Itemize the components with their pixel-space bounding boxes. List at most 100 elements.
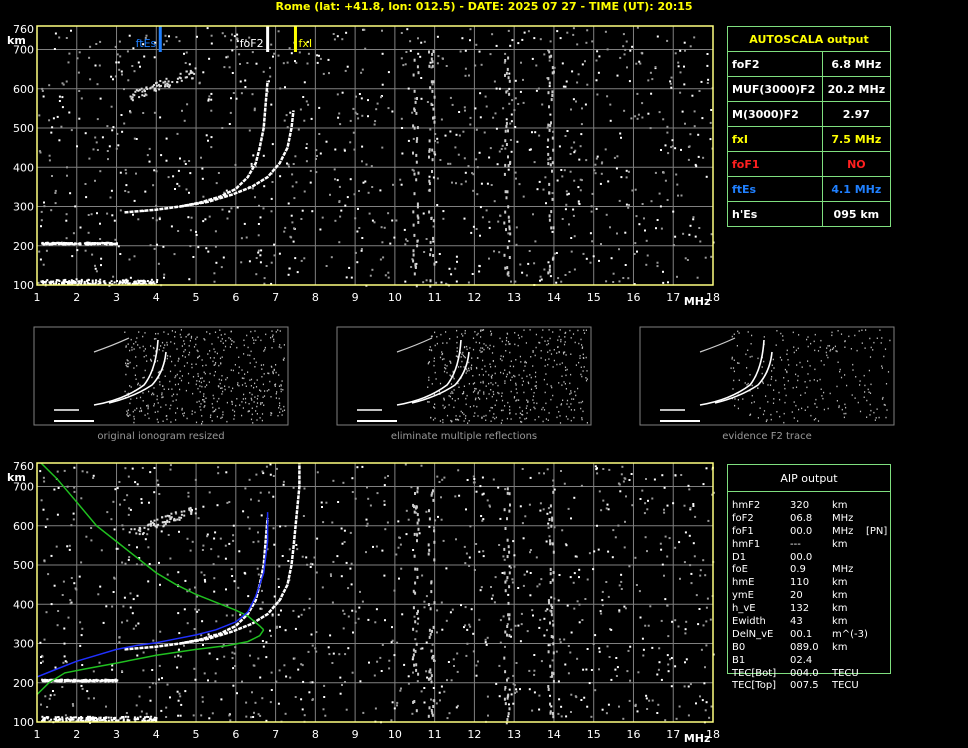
- E-base-point: [86, 279, 89, 282]
- noise-point: [498, 695, 501, 698]
- noise-point: [339, 215, 342, 218]
- noise-point: [228, 210, 231, 213]
- thumbnail-noise: [490, 406, 492, 409]
- thumbnail-noise: [570, 337, 572, 339]
- thumbnail-noise: [257, 336, 259, 338]
- thumbnail-noise: [532, 351, 534, 353]
- noise-point: [57, 610, 60, 612]
- thumbnail-2: [336, 326, 592, 426]
- noise-point: [455, 280, 458, 283]
- thumbnail-noise: [515, 384, 517, 386]
- thumbnail-noise: [261, 419, 263, 422]
- thumbnail-noise: [201, 422, 203, 425]
- noise-point: [597, 71, 600, 74]
- noise-point: [598, 668, 600, 671]
- thumbnail-noise: [575, 364, 577, 366]
- noise-point: [436, 609, 439, 612]
- thumbnail-noise: [472, 383, 474, 385]
- thumbnail-noise: [280, 390, 282, 393]
- noise-streak: [412, 249, 415, 253]
- thumbnail-noise: [520, 420, 522, 423]
- noise-point: [56, 513, 59, 516]
- noise-point: [352, 131, 355, 134]
- multiple-point: [164, 85, 166, 88]
- thumbnail-noise: [135, 356, 137, 358]
- noise-point: [208, 215, 211, 218]
- noise-point: [522, 101, 525, 104]
- thumbnail-noise: [505, 339, 508, 342]
- thumbnail-noise: [279, 404, 281, 407]
- noise-point: [117, 245, 120, 248]
- thumbnail-noise: [262, 396, 264, 398]
- noise-point: [360, 97, 363, 100]
- thumbnail-noise: [170, 404, 172, 407]
- multiple-point: [179, 77, 182, 80]
- thumbnail-noise: [546, 344, 548, 346]
- thumbnail-noise: [278, 374, 280, 376]
- noise-point: [435, 281, 438, 284]
- noise-point: [132, 598, 135, 601]
- noise-point: [367, 99, 369, 102]
- noise-point: [286, 126, 289, 129]
- noise-point: [268, 491, 271, 494]
- noise-point: [392, 183, 394, 186]
- noise-streak: [547, 599, 550, 603]
- multiple-point: [138, 96, 141, 99]
- noise-point: [248, 129, 251, 132]
- noise-point: [120, 114, 123, 116]
- noise-point: [84, 249, 87, 252]
- noise-point: [620, 136, 622, 139]
- noise-point: [593, 169, 596, 172]
- multiple-point: [189, 506, 192, 509]
- noise-point: [140, 563, 143, 566]
- noise-point: [662, 270, 664, 273]
- thumbnail-noise: [163, 331, 165, 333]
- noise-point: [271, 613, 274, 616]
- thumbnail-noise: [274, 385, 276, 387]
- noise-point: [600, 243, 602, 245]
- noise-point: [383, 484, 386, 487]
- noise-point: [612, 272, 615, 275]
- noise-point: [323, 684, 326, 687]
- E-base-point: [124, 279, 127, 282]
- noise-point: [672, 210, 675, 213]
- thumbnail-noise: [244, 373, 246, 375]
- noise-point: [613, 156, 616, 159]
- x-tick-label: 13: [507, 291, 521, 304]
- thumbnail-noise: [203, 371, 205, 373]
- multiple-point: [144, 90, 146, 93]
- noise-point: [444, 134, 447, 137]
- E-base-point: [139, 715, 142, 718]
- noise-point: [228, 66, 231, 69]
- thumbnail-noise: [253, 386, 255, 389]
- thumbnail-noise: [485, 414, 487, 417]
- x-tick-label: 16: [626, 728, 640, 741]
- noise-point: [549, 113, 552, 116]
- noise-point: [474, 64, 477, 67]
- thumbnail-noise: [507, 401, 509, 404]
- thumbnail-noise: [277, 415, 279, 417]
- noise-streak: [432, 50, 435, 53]
- noise-point: [197, 517, 200, 520]
- noise-point: [545, 540, 548, 543]
- thumbnail-noise: [495, 416, 497, 419]
- thumbnail-noise: [142, 335, 144, 338]
- noise-point: [365, 524, 368, 527]
- noise-point: [581, 619, 584, 621]
- noise-streak: [503, 547, 506, 551]
- noise-streak: [431, 711, 434, 715]
- noise-point: [549, 275, 552, 278]
- noise-point: [502, 107, 505, 110]
- noise-point: [620, 588, 623, 590]
- noise-point: [616, 666, 619, 669]
- noise-point: [533, 654, 536, 656]
- thumbnail-noise: [583, 329, 585, 331]
- noise-point: [245, 701, 248, 704]
- thumbnail-noise: [825, 351, 827, 354]
- noise-point: [315, 650, 318, 653]
- noise-point: [342, 481, 345, 484]
- multiple-point: [190, 512, 193, 515]
- thumbnail-noise: [124, 331, 126, 333]
- thumbnail-noise: [247, 371, 249, 373]
- thumbnail-noise: [525, 361, 527, 364]
